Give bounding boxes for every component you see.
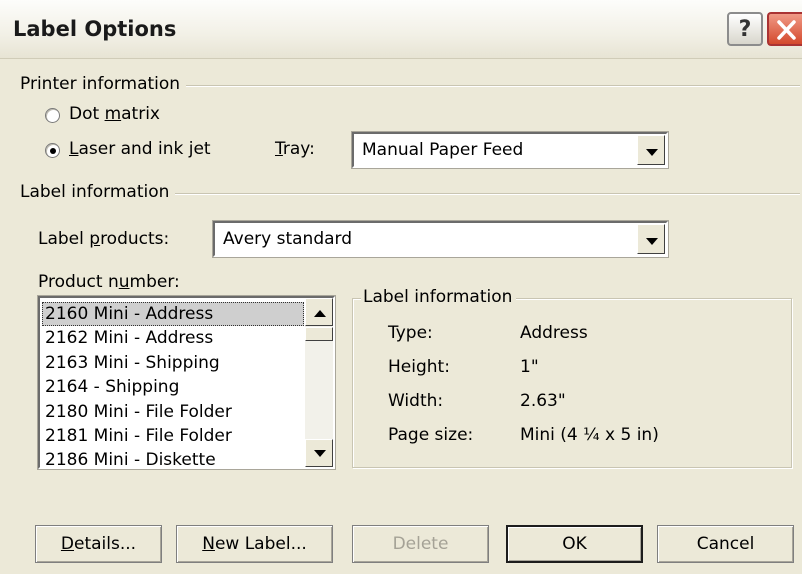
list-item[interactable]: 2162 Mini - Address: [42, 326, 304, 350]
laser-inkjet-label[interactable]: Laser and ink jet: [69, 139, 211, 159]
details-post: etails...: [74, 534, 137, 554]
close-x-glyph: [777, 20, 796, 40]
new-label-post: ew Label...: [214, 534, 307, 554]
dot-matrix-radio[interactable]: [45, 108, 60, 123]
tray-select[interactable]: Manual Paper Feed: [351, 131, 669, 169]
dot-matrix-label[interactable]: Dot matrix: [69, 104, 160, 124]
chevron-down-icon: [646, 238, 658, 245]
height-value: 1": [520, 357, 539, 377]
page-size-value: Mini (4 ¼ x 5 in): [520, 425, 659, 445]
product-number-label: Product number:: [38, 272, 180, 292]
label-details-legend: Label information: [361, 287, 517, 307]
product-number-accel: u: [118, 272, 130, 292]
label-info-legend: Label information: [20, 182, 176, 202]
type-value: Address: [520, 323, 588, 343]
printer-info-legend: Printer information: [20, 74, 187, 94]
tray-dropdown-button[interactable]: [637, 135, 665, 165]
help-glyph: ?: [738, 16, 752, 42]
dot-matrix-label-pre: Dot: [69, 104, 105, 124]
dialog-title: Label Options: [13, 17, 177, 41]
products-label-pre: Label: [38, 229, 90, 249]
new-label-accel: N: [202, 534, 215, 554]
products-label-post: roducts:: [100, 229, 170, 249]
new-label-button[interactable]: New Label...: [176, 525, 333, 563]
products-accel: p: [89, 229, 101, 249]
width-value: 2.63": [520, 391, 566, 411]
scroll-down-button[interactable]: [305, 439, 333, 467]
scroll-thumb[interactable]: [305, 327, 333, 341]
tray-select-value: Manual Paper Feed: [362, 140, 524, 160]
tray-label-post: ray:: [282, 139, 315, 159]
scroll-up-button[interactable]: [305, 298, 333, 326]
label-products-label: Label products:: [38, 229, 169, 249]
list-item[interactable]: 2186 Mini - Diskette: [42, 448, 304, 467]
product-number-pre: Product n: [38, 272, 119, 292]
help-icon[interactable]: ?: [727, 12, 763, 46]
ok-button[interactable]: OK: [506, 525, 643, 563]
radio-selected-dot: [50, 148, 56, 154]
list-item[interactable]: 2164 - Shipping: [42, 375, 304, 399]
label-products-value: Avery standard: [223, 229, 353, 249]
delete-button[interactable]: Delete: [352, 525, 489, 563]
tray-accel: T: [275, 139, 283, 159]
list-item[interactable]: 2163 Mini - Shipping: [42, 351, 304, 375]
laser-inkjet-radio-circle[interactable]: [45, 143, 60, 158]
tray-label: Tray:: [275, 139, 315, 159]
height-label: Height:: [388, 357, 450, 377]
product-number-list[interactable]: 2160 Mini - Address 2162 Mini - Address …: [37, 295, 336, 470]
list-item[interactable]: 2180 Mini - File Folder: [42, 400, 304, 424]
laser-inkjet-radio[interactable]: [45, 143, 60, 158]
list-item[interactable]: 2181 Mini - File Folder: [42, 424, 304, 448]
dot-matrix-accel: m: [104, 104, 122, 124]
chevron-down-icon: [646, 149, 658, 156]
width-label: Width:: [388, 391, 444, 411]
title-bar[interactable]: Label Options ?: [0, 0, 802, 59]
close-icon[interactable]: [767, 12, 802, 46]
label-products-select[interactable]: Avery standard: [212, 220, 669, 258]
arrow-up-icon: [314, 310, 326, 317]
list-scrollbar[interactable]: [305, 298, 333, 467]
page-size-label: Page size:: [388, 425, 474, 445]
details-button[interactable]: Details...: [35, 525, 162, 563]
label-products-dropdown-button[interactable]: [637, 224, 665, 254]
laser-label-post: aser and ink jet: [78, 139, 211, 159]
list-item[interactable]: 2160 Mini - Address: [42, 302, 304, 327]
dot-matrix-radio-circle[interactable]: [45, 108, 60, 123]
type-label: Type:: [388, 323, 433, 343]
product-number-post: mber:: [129, 272, 180, 292]
product-number-items: 2160 Mini - Address 2162 Mini - Address …: [42, 302, 304, 467]
dot-matrix-label-post: atrix: [121, 104, 160, 124]
details-accel: D: [60, 534, 75, 554]
arrow-down-icon: [314, 450, 326, 457]
cancel-button[interactable]: Cancel: [657, 525, 794, 563]
